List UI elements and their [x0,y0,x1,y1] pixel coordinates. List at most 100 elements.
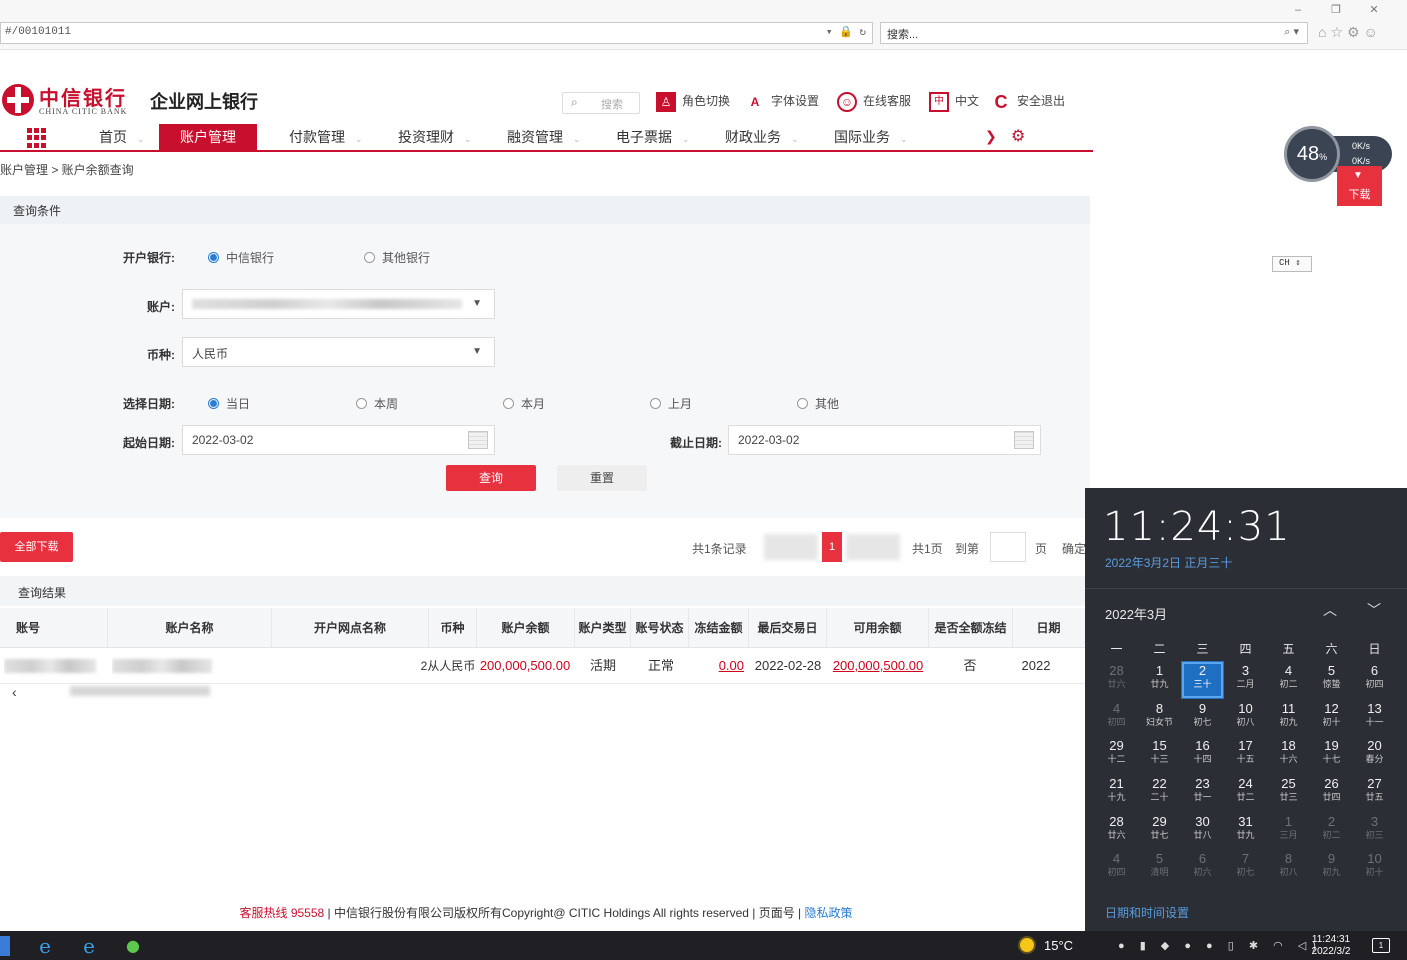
calendar-day[interactable]: 6 初四 [1353,661,1396,699]
site-search-input[interactable]: ⌕ 搜索 [562,92,640,114]
goto-page-input[interactable] [990,532,1026,562]
calendar-day[interactable]: 10 初十 [1353,849,1396,887]
calendar-day[interactable]: 28 廿六 [1095,661,1138,699]
taskbar-clock[interactable]: 11:24:31 2022/3/2 [1296,934,1366,958]
browser-search-input[interactable]: 搜索... ⌕ ▾ [880,22,1308,44]
calendar-day[interactable]: 1 廿九 [1138,661,1181,699]
calendar-day[interactable]: 8 妇女节 [1138,699,1181,737]
minimize-button[interactable]: – [1279,4,1317,16]
calendar-day[interactable]: 16 十四 [1181,736,1224,774]
calendar-day[interactable]: 9 初七 [1181,699,1224,737]
calendar-day[interactable]: 13 十一 [1353,699,1396,737]
radio-other-date[interactable]: 其他 [797,395,839,412]
calendar-day[interactable]: 22 二十 [1138,774,1181,812]
clock-date-link[interactable]: 2022年3月2日 正月三十 [1105,554,1232,571]
browser-favorites-icons[interactable]: ⌂☆⚙☺ [1318,24,1382,41]
calendar-day[interactable]: 5 惊蛰 [1310,661,1353,699]
more-chevron-icon[interactable]: ❯ [985,128,997,145]
calendar-day[interactable]: 17 十五 [1224,736,1267,774]
calendar-day[interactable]: 7 初七 [1224,849,1267,887]
role-switch-button[interactable]: ♙ 角色切换 [656,92,730,112]
calendar-day[interactable]: 9 初九 [1310,849,1353,887]
goto-confirm-button[interactable]: 确定 [1062,540,1086,557]
calendar-day[interactable]: 3 二月 [1224,661,1267,699]
currency-select[interactable]: 人民币 ▼ [182,337,495,367]
calendar-icon[interactable] [468,431,488,449]
calendar-day[interactable]: 6 初六 [1181,849,1224,887]
calendar-day[interactable]: 10 初八 [1224,699,1267,737]
calendar-day[interactable]: 20 春分 [1353,736,1396,774]
date-time-settings-link[interactable]: 日期和时间设置 [1105,904,1189,921]
close-window-button[interactable]: ✕ [1355,3,1393,16]
download-all-button[interactable]: 全部下载 [0,532,73,562]
refresh-icon[interactable]: ▾ 🔒 ↻ [826,25,866,39]
nav-item-account-management[interactable]: 账户管理 [159,124,257,150]
calendar-day[interactable]: 12 初十 [1310,699,1353,737]
nav-item-fiscal[interactable]: 财政业务 ⌄ [725,124,799,150]
calendar-icon[interactable] [1014,431,1034,449]
reset-button[interactable]: 重置 [557,465,647,491]
cell-frozen-amount[interactable]: 0.00 [690,648,746,684]
nav-item-home[interactable]: 首页 ⌄ [99,124,145,150]
page-number-current[interactable]: 1 [822,532,842,562]
start-date-input[interactable]: 2022-03-02 [182,425,495,455]
calendar-day[interactable]: 1 三月 [1267,812,1310,850]
search-icon[interactable]: ⌕ ▾ [1284,25,1299,39]
apps-grid-icon[interactable] [27,128,47,148]
calendar-day[interactable]: 30 廿八 [1181,812,1224,850]
nav-item-investment[interactable]: 投资理财 ⌄ [398,124,472,150]
radio-last-month[interactable]: 上月 [650,395,692,412]
download-widget-button[interactable]: 下载 [1337,166,1382,206]
input-method-indicator[interactable]: CH ⇕ [1272,256,1312,272]
nav-item-financing[interactable]: 融资管理 ⌄ [507,124,581,150]
radio-this-month[interactable]: 本月 [503,395,545,412]
calendar-day[interactable]: 25 廿三 [1267,774,1310,812]
chevron-down-icon[interactable]: ﹀ [1367,600,1381,620]
account-select[interactable]: ▼ [182,289,495,319]
next-page-buttons[interactable] [846,534,900,560]
calendar-day[interactable]: 31 廿九 [1224,812,1267,850]
calendar-day[interactable]: 4 初二 [1267,661,1310,699]
chevron-up-icon[interactable]: ︿ [1323,600,1337,620]
calendar-day[interactable]: 29 廿七 [1138,812,1181,850]
calendar-day[interactable]: 4 初四 [1095,699,1138,737]
logout-button[interactable]: C 安全退出 [991,92,1066,112]
calendar-day[interactable]: 18 十六 [1267,736,1310,774]
radio-other-bank[interactable]: 其他银行 [364,249,430,266]
start-button[interactable] [0,936,10,956]
scrollbar-thumb[interactable] [70,686,210,696]
calendar-day[interactable]: 3 初三 [1353,812,1396,850]
prev-page-buttons[interactable] [764,534,818,560]
weather-widget[interactable]: 15°C [1020,938,1073,953]
end-date-input[interactable]: 2022-03-02 [728,425,1041,455]
query-button[interactable]: 查询 [446,465,536,491]
calendar-day-today[interactable]: 2 三十 [1181,661,1224,699]
scroll-left-icon[interactable]: ‹ [12,684,17,700]
address-bar[interactable]: #/00101011 ▾ 🔒 ↻ [0,22,873,44]
privacy-policy-link[interactable]: 隐私政策 [805,906,853,920]
calendar-day[interactable]: 8 初八 [1267,849,1310,887]
restore-button[interactable]: ❐ [1317,3,1355,16]
calendar-day[interactable]: 24 廿二 [1224,774,1267,812]
horizontal-scrollbar[interactable]: ‹ [0,684,1060,710]
gear-icon[interactable]: ⚙ [1011,126,1025,146]
calendar-day[interactable]: 29 十二 [1095,736,1138,774]
calendar-day[interactable]: 19 十七 [1310,736,1353,774]
edge-icon[interactable]: e [76,934,102,958]
calendar-day[interactable]: 5 清明 [1138,849,1181,887]
notification-center-icon[interactable]: 1 [1372,938,1390,953]
calendar-day[interactable]: 28 廿六 [1095,812,1138,850]
calendar-day[interactable]: 23 廿一 [1181,774,1224,812]
calendar-day[interactable]: 2 初二 [1310,812,1353,850]
font-settings-button[interactable]: A 字体设置 [745,92,819,112]
table-row[interactable]: 2从人民币 200,000,500.00 活期 正常 0.00 2022-02-… [0,648,1090,684]
calendar-day[interactable]: 27 廿五 [1353,774,1396,812]
calendar-day[interactable]: 15 十三 [1138,736,1181,774]
calendar-day[interactable]: 21 十九 [1095,774,1138,812]
radio-citic-bank[interactable]: 中信银行 [208,249,274,266]
radio-today[interactable]: 当日 [208,395,250,412]
nav-item-payment[interactable]: 付款管理 ⌄ [289,124,363,150]
calendar-day[interactable]: 11 初九 [1267,699,1310,737]
calendar-day[interactable]: 4 初四 [1095,849,1138,887]
radio-this-week[interactable]: 本周 [356,395,398,412]
